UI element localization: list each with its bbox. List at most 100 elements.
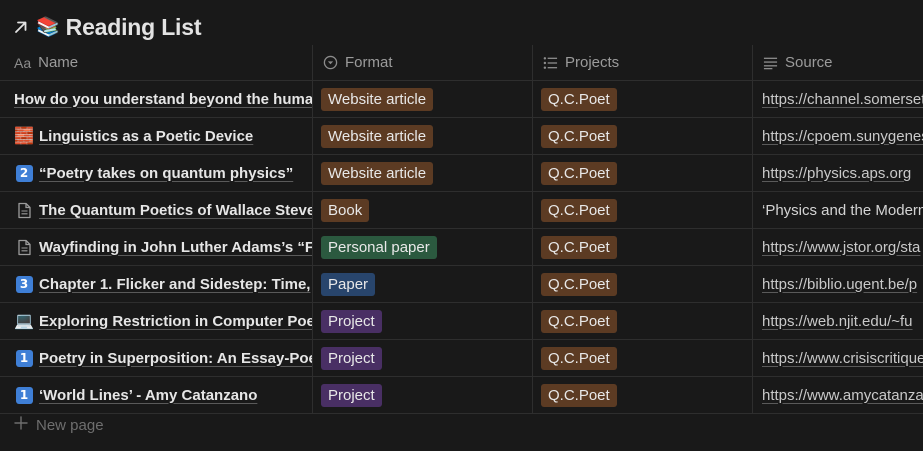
projects-cell[interactable]: Q.C.Poet (533, 377, 753, 413)
source-link[interactable]: https://channel.somerset (762, 91, 923, 108)
keycap-2-icon: 2 (14, 163, 34, 183)
table-row[interactable]: How do you understand beyond the human We… (0, 81, 923, 118)
source-cell[interactable]: https://www.amycatanzano (753, 377, 923, 413)
column-label: Source (785, 54, 833, 71)
format-tag: Website article (321, 161, 434, 185)
projects-cell[interactable]: Q.C.Poet (533, 303, 753, 339)
source-link[interactable]: https://web.njit.edu/~fu (762, 313, 913, 330)
source-text: ‘Physics and the Modern (762, 201, 923, 219)
project-tag: Q.C.Poet (541, 383, 617, 407)
page-name[interactable]: Chapter 1. Flicker and Sidestep: Time, (39, 276, 310, 293)
source-cell[interactable]: https://www.jstor.org/sta (753, 229, 923, 265)
page-name[interactable]: “Poetry takes on quantum physics” (39, 165, 293, 182)
projects-cell[interactable]: Q.C.Poet (533, 155, 753, 191)
source-cell[interactable]: https://web.njit.edu/~fu (753, 303, 923, 339)
source-link[interactable]: https://www.amycatanzano (762, 387, 923, 404)
projects-cell[interactable]: Q.C.Poet (533, 192, 753, 228)
page-name[interactable]: Poetry in Superposition: An Essay-Poem (39, 350, 312, 367)
page-title[interactable]: Reading List (66, 14, 202, 41)
page-name[interactable]: Exploring Restriction in Computer Poetry (39, 313, 312, 330)
source-cell[interactable]: https://channel.somerset (753, 81, 923, 117)
table-row[interactable]: 1 ‘World Lines’ - Amy Catanzano Project Q.C… (0, 377, 923, 414)
brick-emoji-icon: 🧱 (14, 126, 34, 146)
format-cell[interactable]: Website article (313, 155, 533, 191)
database-table: Aa Name Format Projects Source How do yo… (0, 45, 923, 414)
table-row[interactable]: 2 “Poetry takes on quantum physics” Websit… (0, 155, 923, 192)
table-row[interactable]: 🧱 Linguistics as a Poetic Device Website a… (0, 118, 923, 155)
table-row[interactable]: 3 Chapter 1. Flicker and Sidestep: Time, P… (0, 266, 923, 303)
column-label: Name (38, 54, 79, 71)
table-row[interactable]: 💻 Exploring Restriction in Computer Poetr… (0, 303, 923, 340)
name-cell[interactable]: Wayfinding in John Luther Adams’s “Fi (0, 229, 313, 265)
name-cell[interactable]: 2 “Poetry takes on quantum physics” (0, 155, 313, 191)
source-cell[interactable]: ‘Physics and the Modern (753, 192, 923, 228)
select-icon (323, 55, 338, 70)
page-name[interactable]: The Quantum Poetics of Wallace Stevens (39, 202, 312, 219)
plus-icon (14, 416, 28, 434)
source-cell[interactable]: https://physics.aps.org (753, 155, 923, 191)
keycap-digit: 1 (15, 349, 33, 367)
arrow-up-right-icon[interactable] (12, 18, 30, 36)
page-icon (14, 200, 34, 220)
column-label: Projects (565, 54, 620, 71)
keycap-digit: 2 (15, 164, 33, 182)
name-cell[interactable]: 3 Chapter 1. Flicker and Sidestep: Time, (0, 266, 313, 302)
format-cell[interactable]: Website article (313, 81, 533, 117)
keycap-1-icon: 1 (14, 348, 34, 368)
name-cell[interactable]: 🧱 Linguistics as a Poetic Device (0, 118, 313, 154)
name-cell[interactable]: 1 Poetry in Superposition: An Essay-Poem (0, 340, 313, 376)
page-name[interactable]: How do you understand beyond the human (14, 91, 312, 108)
format-cell[interactable]: Paper (313, 266, 533, 302)
format-tag: Website article (321, 124, 434, 148)
format-tag: Project (321, 309, 382, 333)
source-link[interactable]: https://www.jstor.org/sta (762, 239, 920, 256)
keycap-digit: 3 (15, 275, 33, 293)
column-label: Format (345, 54, 393, 71)
project-tag: Q.C.Poet (541, 87, 617, 111)
projects-cell[interactable]: Q.C.Poet (533, 229, 753, 265)
name-cell[interactable]: 1 ‘World Lines’ - Amy Catanzano (0, 377, 313, 413)
table-row[interactable]: 1 Poetry in Superposition: An Essay-Poem P… (0, 340, 923, 377)
name-cell[interactable]: 💻 Exploring Restriction in Computer Poetr… (0, 303, 313, 339)
source-link[interactable]: https://physics.aps.org (762, 165, 911, 182)
format-tag: Paper (321, 272, 376, 296)
source-cell[interactable]: https://biblio.ugent.be/p (753, 266, 923, 302)
keycap-1-icon: 1 (14, 385, 34, 405)
name-cell[interactable]: How do you understand beyond the human (0, 81, 313, 117)
format-cell[interactable]: Book (313, 192, 533, 228)
project-tag: Q.C.Poet (541, 124, 617, 148)
table-row[interactable]: The Quantum Poetics of Wallace Stevens Bo… (0, 192, 923, 229)
emoji-glyph: 🧱 (14, 126, 34, 145)
projects-cell[interactable]: Q.C.Poet (533, 266, 753, 302)
format-cell[interactable]: Project (313, 377, 533, 413)
projects-cell[interactable]: Q.C.Poet (533, 340, 753, 376)
project-tag: Q.C.Poet (541, 235, 617, 259)
page-name[interactable]: Wayfinding in John Luther Adams’s “Fi (39, 239, 312, 256)
table-header: Aa Name Format Projects Source (0, 45, 923, 81)
source-link[interactable]: https://biblio.ugent.be/p (762, 276, 917, 293)
format-cell[interactable]: Personal paper (313, 229, 533, 265)
format-tag: Project (321, 383, 382, 407)
format-cell[interactable]: Website article (313, 118, 533, 154)
name-cell[interactable]: The Quantum Poetics of Wallace Stevens (0, 192, 313, 228)
table-row[interactable]: Wayfinding in John Luther Adams’s “Fi Per… (0, 229, 923, 266)
column-header-projects[interactable]: Projects (533, 45, 753, 80)
text-lines-icon (763, 56, 778, 70)
source-link[interactable]: https://cpoem.sunygenesee (762, 128, 923, 145)
column-header-name[interactable]: Aa Name (0, 45, 313, 80)
source-cell[interactable]: https://www.crisiscritique (753, 340, 923, 376)
page-name[interactable]: ‘World Lines’ - Amy Catanzano (39, 387, 257, 404)
column-header-format[interactable]: Format (313, 45, 533, 80)
emoji-glyph: 💻 (14, 311, 34, 330)
page-name[interactable]: Linguistics as a Poetic Device (39, 128, 253, 145)
projects-cell[interactable]: Q.C.Poet (533, 81, 753, 117)
project-tag: Q.C.Poet (541, 346, 617, 370)
format-cell[interactable]: Project (313, 340, 533, 376)
new-page-button[interactable]: New page (14, 414, 104, 436)
column-header-source[interactable]: Source (753, 45, 923, 80)
projects-cell[interactable]: Q.C.Poet (533, 118, 753, 154)
format-cell[interactable]: Project (313, 303, 533, 339)
page-header: 📚 Reading List (12, 10, 201, 44)
source-cell[interactable]: https://cpoem.sunygenesee (753, 118, 923, 154)
source-link[interactable]: https://www.crisiscritique (762, 350, 923, 367)
